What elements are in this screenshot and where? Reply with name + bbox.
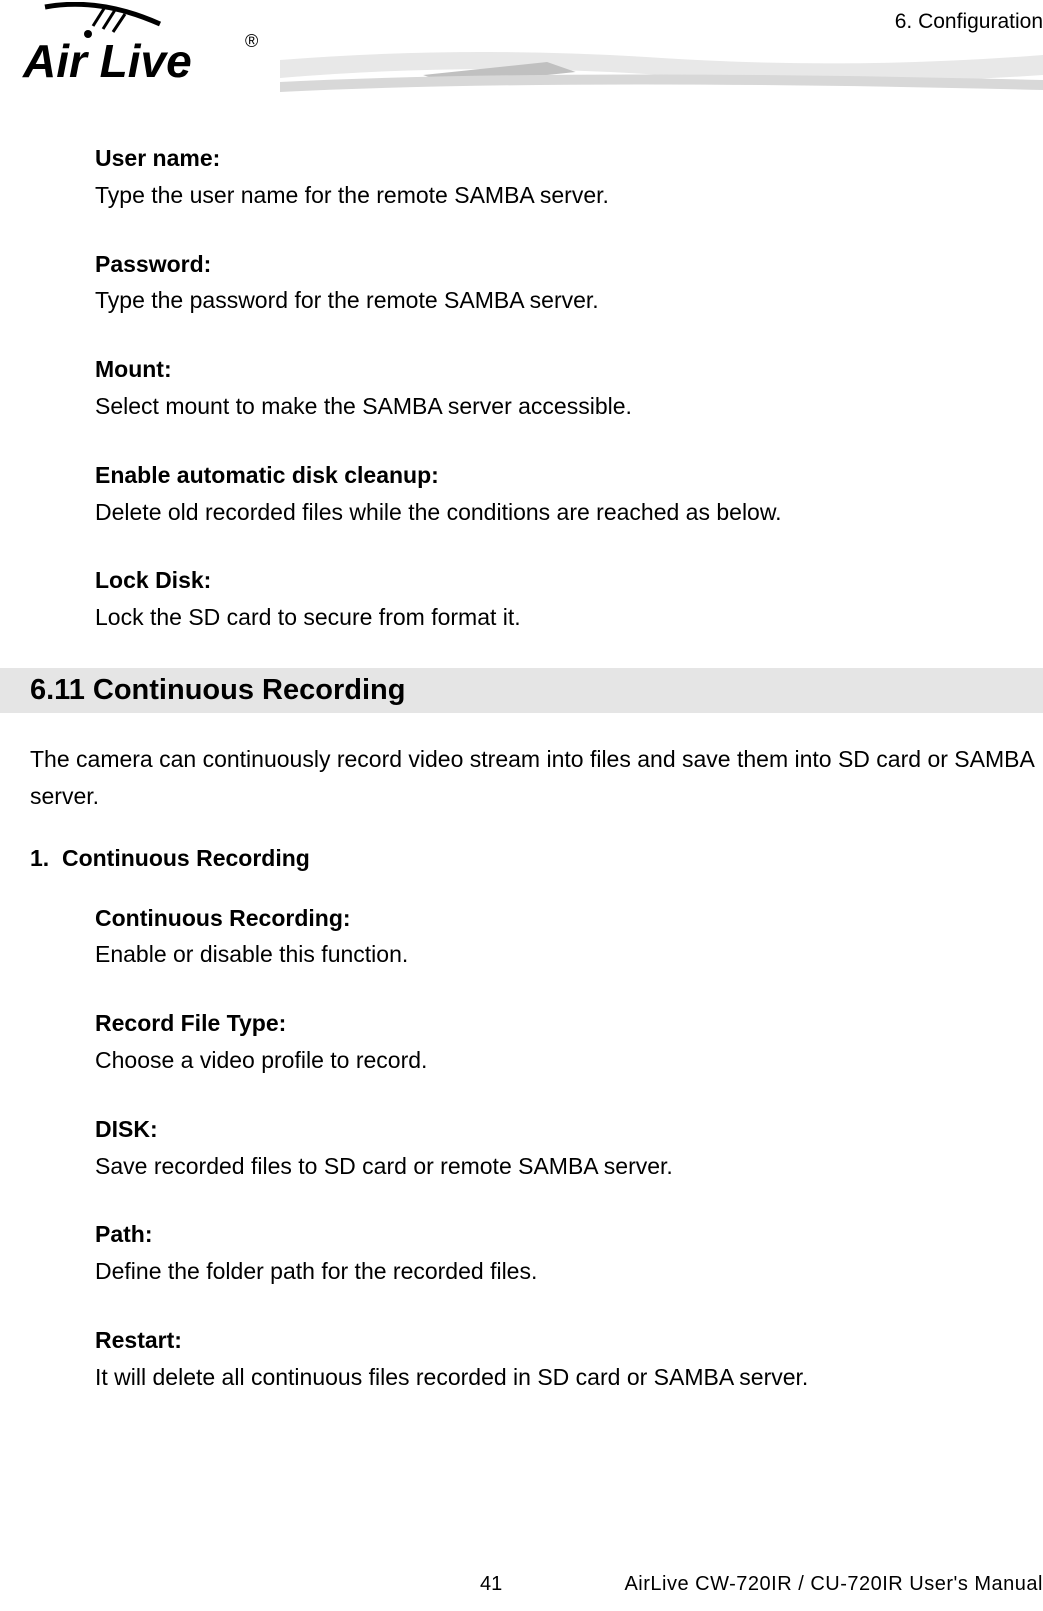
brand-logo: Air Live ®	[15, 2, 275, 102]
definition-item: Mount: Select mount to make the SAMBA se…	[95, 351, 1013, 425]
sub-number: 1.	[30, 845, 49, 871]
definition-term: Continuous Recording:	[95, 900, 1013, 937]
definition-term: User name:	[95, 140, 1013, 177]
page-content: User name: Type the user name for the re…	[0, 120, 1043, 1396]
page-header: Air Live ® 6. Configuration	[0, 0, 1043, 120]
definition-term: Path:	[95, 1216, 1013, 1253]
definition-term: Restart:	[95, 1322, 1013, 1359]
sub-title: Continuous Recording	[62, 845, 310, 871]
definition-term: Record File Type:	[95, 1005, 1013, 1042]
section-intro-text: The camera can continuously record video…	[30, 741, 1043, 815]
definition-description: Delete old recorded files while the cond…	[95, 494, 1013, 531]
definition-item: Lock Disk: Lock the SD card to secure fr…	[95, 562, 1013, 636]
numbered-subheading: 1. Continuous Recording	[30, 845, 1043, 872]
definition-description: Select mount to make the SAMBA server ac…	[95, 388, 1013, 425]
definition-description: Lock the SD card to secure from format i…	[95, 599, 1013, 636]
section-heading: 6.11 Continuous Recording	[0, 668, 1043, 713]
definition-item: Enable automatic disk cleanup: Delete ol…	[95, 457, 1013, 531]
definition-term: DISK:	[95, 1111, 1013, 1148]
definition-item: User name: Type the user name for the re…	[95, 140, 1013, 214]
definition-description: Enable or disable this function.	[95, 936, 1013, 973]
definition-description: Choose a video profile to record.	[95, 1042, 1013, 1079]
definition-term: Password:	[95, 246, 1013, 283]
definition-term: Mount:	[95, 351, 1013, 388]
header-decoration	[280, 40, 1043, 100]
definition-description: Type the user name for the remote SAMBA …	[95, 177, 1013, 214]
definition-item: Record File Type: Choose a video profile…	[95, 1005, 1013, 1079]
definition-description: Save recorded files to SD card or remote…	[95, 1148, 1013, 1185]
definition-term: Lock Disk:	[95, 562, 1013, 599]
definition-item: Password: Type the password for the remo…	[95, 246, 1013, 320]
definition-description: Define the folder path for the recorded …	[95, 1253, 1013, 1290]
definition-item: Path: Define the folder path for the rec…	[95, 1216, 1013, 1290]
svg-text:®: ®	[245, 31, 258, 51]
page-number: 41	[480, 1573, 502, 1596]
definition-description: It will delete all continuous files reco…	[95, 1359, 1013, 1396]
definition-item: DISK: Save recorded files to SD card or …	[95, 1111, 1013, 1185]
definition-item: Restart: It will delete all continuous f…	[95, 1322, 1013, 1396]
chapter-label: 6. Configuration	[895, 10, 1043, 34]
manual-title: AirLive CW-720IR / CU-720IR User's Manua…	[624, 1573, 1043, 1596]
definition-term: Enable automatic disk cleanup:	[95, 457, 1013, 494]
definition-item: Continuous Recording: Enable or disable …	[95, 900, 1013, 974]
definition-description: Type the password for the remote SAMBA s…	[95, 282, 1013, 319]
svg-text:Air Live: Air Live	[22, 35, 192, 87]
